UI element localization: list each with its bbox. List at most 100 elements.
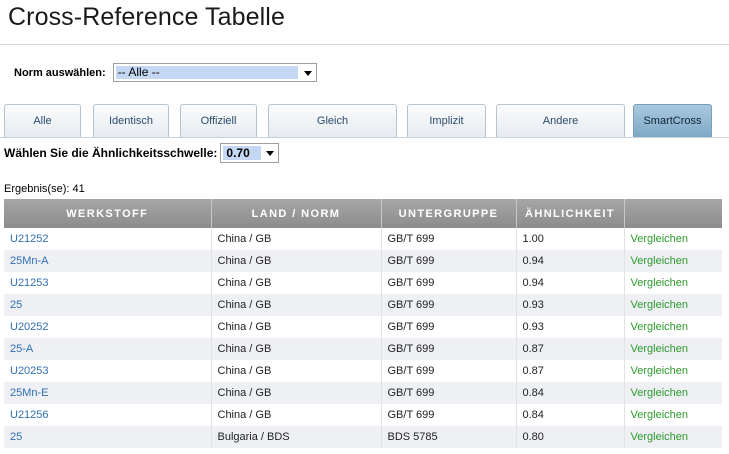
werkstoff-link[interactable]: U20252 bbox=[10, 321, 49, 333]
cell-werkstoff: 25Mn-E bbox=[4, 382, 212, 404]
cell-land-norm: China / GB bbox=[211, 294, 382, 316]
tab-alle[interactable]: Alle bbox=[4, 104, 81, 137]
table-row: 25 China / GB GB/T 699 0.93 Vergleichen bbox=[4, 294, 722, 316]
cell-aehnlichkeit: 0.94 bbox=[516, 250, 625, 272]
norm-label: Norm auswählen: bbox=[14, 66, 106, 79]
compare-link[interactable]: Vergleichen bbox=[631, 233, 689, 245]
cell-untergruppe: BDS 5785 bbox=[381, 426, 517, 448]
table-row: 25Mn-E China / GB GB/T 699 0.84 Vergleichen bbox=[4, 382, 722, 404]
title-divider bbox=[0, 44, 729, 45]
tab-bar-baseline bbox=[0, 137, 729, 138]
cell-untergruppe: GB/T 699 bbox=[381, 316, 517, 338]
cell-action: Vergleichen bbox=[624, 294, 722, 316]
werkstoff-link[interactable]: U21252 bbox=[10, 233, 49, 245]
cell-werkstoff: U20253 bbox=[4, 360, 212, 382]
cell-land-norm: China / GB bbox=[211, 228, 382, 250]
cell-action: Vergleichen bbox=[624, 360, 722, 382]
threshold-filter: Wählen Sie die Ähnlichkeitsschwelle: 0.7… bbox=[4, 143, 280, 163]
table-row: 25Mn-A China / GB GB/T 699 0.94 Vergleichen bbox=[4, 250, 722, 272]
cell-aehnlichkeit: 0.93 bbox=[516, 316, 625, 338]
page: Cross-Reference Tabelle Norm auswählen: … bbox=[0, 0, 729, 454]
werkstoff-link[interactable]: U20253 bbox=[10, 365, 49, 377]
cell-aehnlichkeit: 0.87 bbox=[516, 338, 625, 360]
cell-land-norm: China / GB bbox=[211, 404, 382, 426]
column-header-werkstoff[interactable]: WERKSTOFF bbox=[4, 199, 212, 228]
column-header-untergruppe[interactable]: UNTERGRUPPE bbox=[381, 199, 517, 228]
cell-action: Vergleichen bbox=[624, 426, 722, 448]
cell-aehnlichkeit: 0.80 bbox=[516, 426, 625, 448]
compare-link[interactable]: Vergleichen bbox=[631, 365, 689, 377]
cell-werkstoff: 25-A bbox=[4, 338, 212, 360]
cell-untergruppe: GB/T 699 bbox=[381, 360, 517, 382]
werkstoff-link[interactable]: 25 bbox=[10, 299, 22, 311]
column-header-action bbox=[624, 199, 722, 228]
tab-smartcross[interactable]: SmartCross bbox=[633, 104, 712, 137]
column-header-aehnlichkeit[interactable]: ÄHNLICHKEIT bbox=[516, 199, 625, 228]
cell-untergruppe: GB/T 699 bbox=[381, 382, 517, 404]
werkstoff-link[interactable]: U21256 bbox=[10, 409, 49, 421]
cell-land-norm: China / GB bbox=[211, 272, 382, 294]
results-table: WERKSTOFF LAND / NORM UNTERGRUPPE ÄHNLIC… bbox=[4, 199, 722, 448]
cell-land-norm: Bulgaria / BDS bbox=[211, 426, 382, 448]
result-count: Ergebnis(se): 41 bbox=[4, 183, 85, 195]
table-row: U20252 China / GB GB/T 699 0.93 Vergleichen bbox=[4, 316, 722, 338]
cell-untergruppe: GB/T 699 bbox=[381, 404, 517, 426]
results-body: U21252 China / GB GB/T 699 1.00 Vergleichen 2… bbox=[4, 228, 722, 448]
column-header-land-norm[interactable]: LAND / NORM bbox=[211, 199, 382, 228]
cell-land-norm: China / GB bbox=[211, 316, 382, 338]
cell-action: Vergleichen bbox=[624, 250, 722, 272]
cell-land-norm: China / GB bbox=[211, 250, 382, 272]
werkstoff-link[interactable]: 25Mn-A bbox=[10, 255, 49, 267]
cell-werkstoff: 25 bbox=[4, 426, 212, 448]
cell-land-norm: China / GB bbox=[211, 338, 382, 360]
compare-link[interactable]: Vergleichen bbox=[631, 343, 689, 355]
werkstoff-link[interactable]: 25 bbox=[10, 431, 22, 443]
table-row: 25-A China / GB GB/T 699 0.87 Vergleichen bbox=[4, 338, 722, 360]
tab-gleich[interactable]: Gleich bbox=[268, 104, 397, 137]
compare-link[interactable]: Vergleichen bbox=[631, 255, 689, 267]
cell-action: Vergleichen bbox=[624, 338, 722, 360]
threshold-select[interactable]: 0.70 bbox=[220, 143, 280, 163]
threshold-select-value: 0.70 bbox=[223, 146, 262, 160]
tab-offiziell[interactable]: Offiziell bbox=[180, 104, 257, 137]
cell-action: Vergleichen bbox=[624, 404, 722, 426]
chevron-down-icon bbox=[266, 151, 275, 156]
werkstoff-link[interactable]: 25-A bbox=[10, 343, 33, 355]
werkstoff-link[interactable]: U21253 bbox=[10, 277, 49, 289]
cell-aehnlichkeit: 0.87 bbox=[516, 360, 625, 382]
compare-link[interactable]: Vergleichen bbox=[631, 409, 689, 421]
chevron-down-icon bbox=[303, 71, 312, 76]
compare-link[interactable]: Vergleichen bbox=[631, 321, 689, 333]
werkstoff-link[interactable]: 25Mn-E bbox=[10, 387, 49, 399]
table-row: U21252 China / GB GB/T 699 1.00 Vergleichen bbox=[4, 228, 722, 250]
cell-untergruppe: GB/T 699 bbox=[381, 250, 517, 272]
cell-untergruppe: GB/T 699 bbox=[381, 272, 517, 294]
table-row: 25 Bulgaria / BDS BDS 5785 0.80 Vergleichen bbox=[4, 426, 722, 448]
tab-implizit[interactable]: Implizit bbox=[407, 104, 486, 137]
cell-aehnlichkeit: 0.94 bbox=[516, 272, 625, 294]
table-row: U21256 China / GB GB/T 699 0.84 Vergleichen bbox=[4, 404, 722, 426]
cell-land-norm: China / GB bbox=[211, 382, 382, 404]
cell-werkstoff: U20252 bbox=[4, 316, 212, 338]
tab-identisch[interactable]: Identisch bbox=[93, 104, 169, 137]
cell-aehnlichkeit: 0.93 bbox=[516, 294, 625, 316]
tab-andere[interactable]: Andere bbox=[496, 104, 625, 137]
cell-werkstoff: U21253 bbox=[4, 272, 212, 294]
cell-land-norm: China / GB bbox=[211, 360, 382, 382]
cell-action: Vergleichen bbox=[624, 272, 722, 294]
norm-select[interactable]: -- Alle -- bbox=[112, 63, 317, 82]
compare-link[interactable]: Vergleichen bbox=[631, 387, 689, 399]
table-row: U20253 China / GB GB/T 699 0.87 Vergleichen bbox=[4, 360, 722, 382]
compare-link[interactable]: Vergleichen bbox=[631, 431, 689, 443]
table-header-row: WERKSTOFF LAND / NORM UNTERGRUPPE ÄHNLIC… bbox=[4, 199, 722, 228]
tab-bar: Alle Identisch Offiziell Gleich Implizit… bbox=[0, 104, 729, 138]
cell-werkstoff: U21256 bbox=[4, 404, 212, 426]
cell-action: Vergleichen bbox=[624, 382, 722, 404]
table-row: U21253 China / GB GB/T 699 0.94 Vergleichen bbox=[4, 272, 722, 294]
compare-link[interactable]: Vergleichen bbox=[631, 277, 689, 289]
cell-werkstoff: 25Mn-A bbox=[4, 250, 212, 272]
compare-link[interactable]: Vergleichen bbox=[631, 299, 689, 311]
cell-aehnlichkeit: 0.84 bbox=[516, 404, 625, 426]
cell-untergruppe: GB/T 699 bbox=[381, 338, 517, 360]
cell-action: Vergleichen bbox=[624, 228, 722, 250]
